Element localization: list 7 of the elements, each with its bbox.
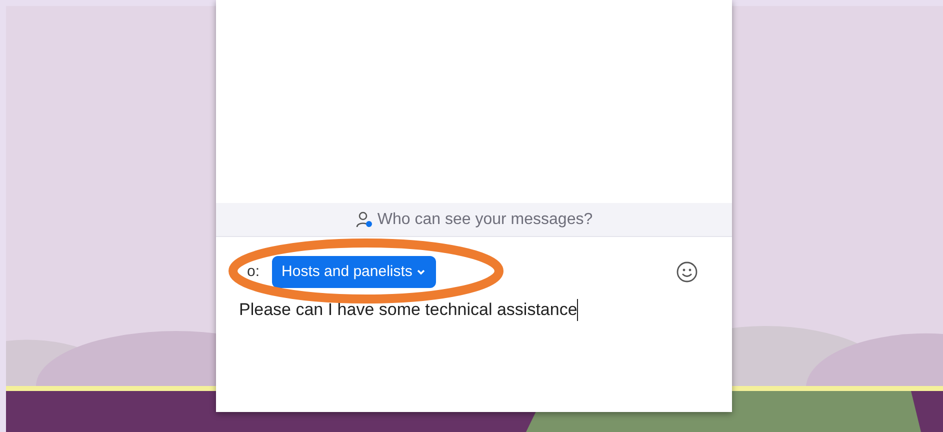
chevron-down-icon [416,267,426,277]
recipient-dropdown[interactable]: Hosts and panelists [272,256,436,288]
message-input[interactable]: Please can I have some technical assistance [216,288,732,322]
recipient-label: o: [247,262,260,282]
visibility-notice[interactable]: Who can see your messages? [377,208,593,232]
person-icon [355,210,374,228]
emoji-icon[interactable] [676,261,698,283]
